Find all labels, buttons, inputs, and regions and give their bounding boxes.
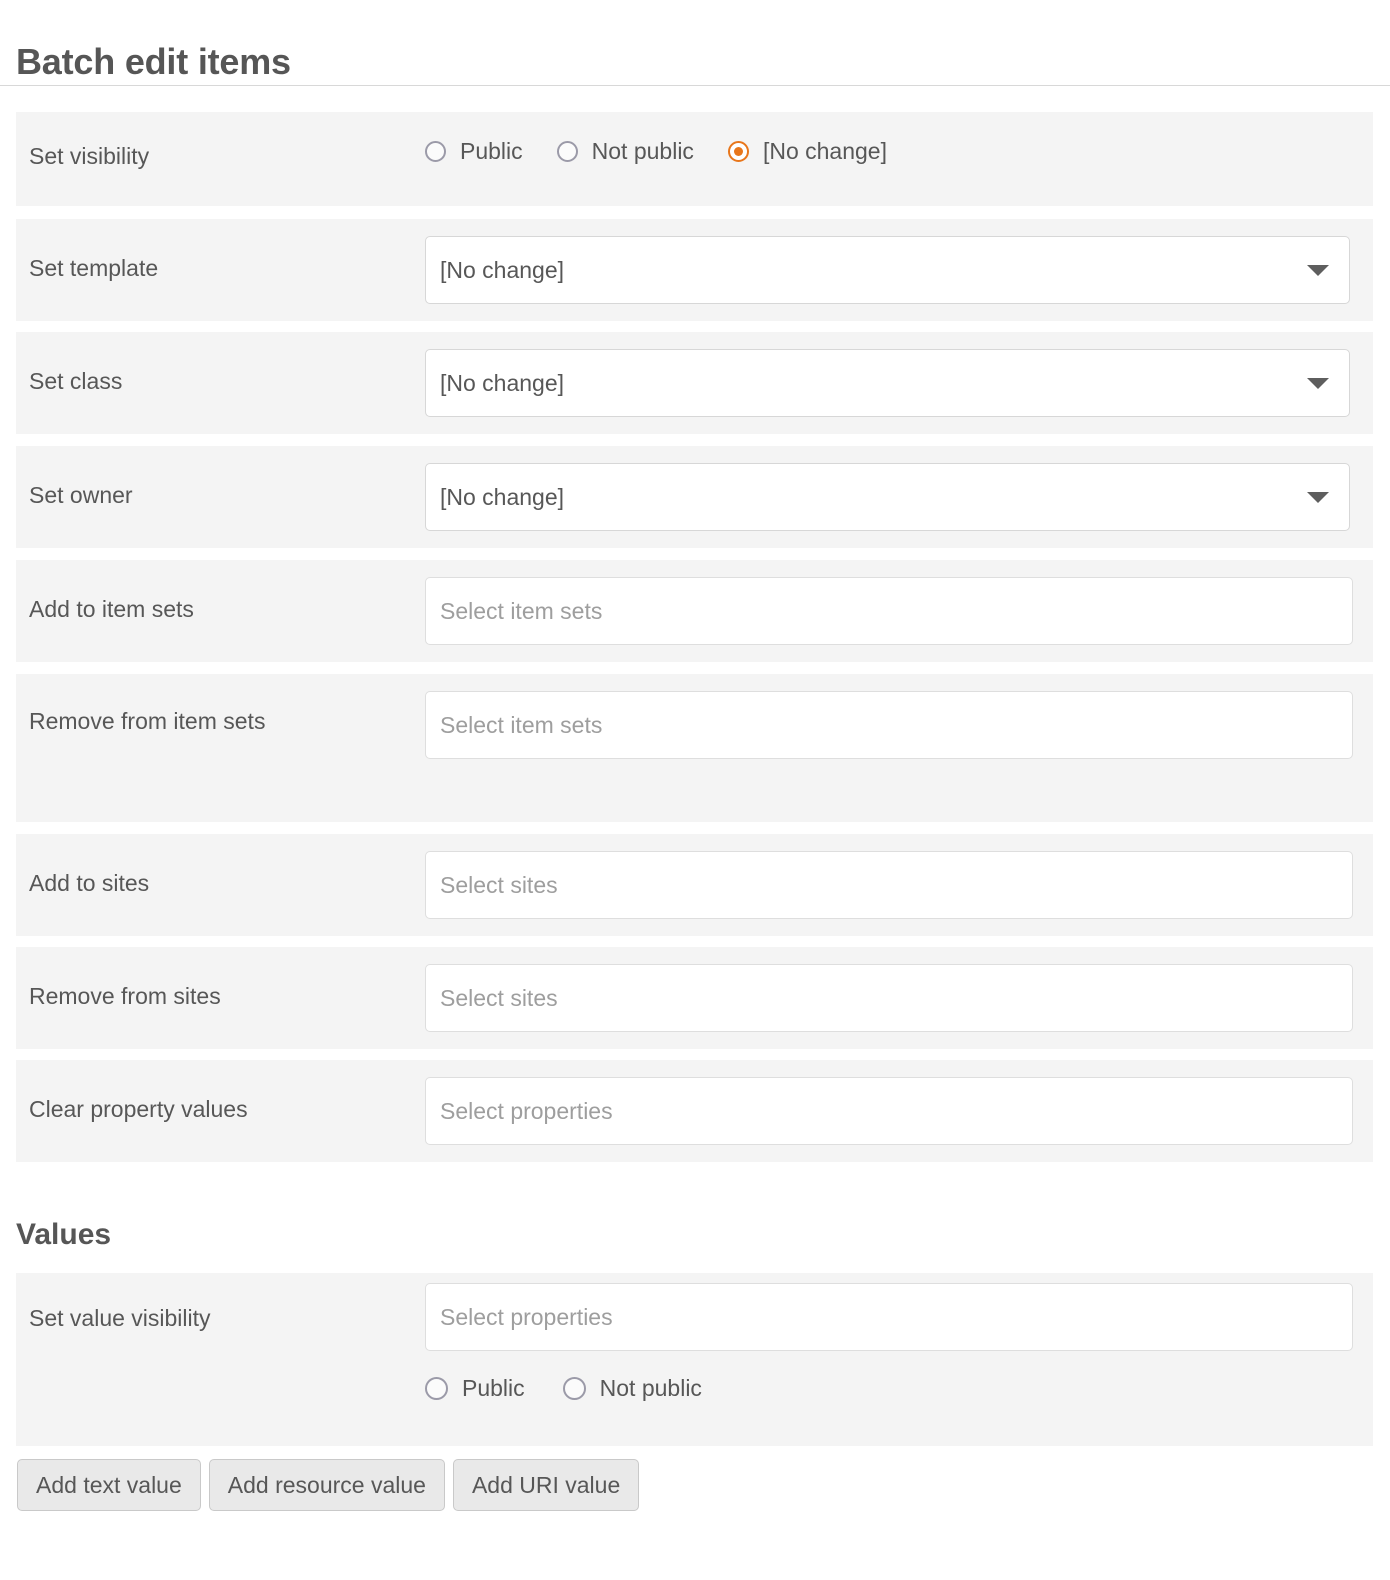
- input-add-to-item-sets[interactable]: [425, 577, 1353, 645]
- radio-label-not-public: Not public: [591, 138, 694, 164]
- control-set-owner: [No change]: [425, 463, 1350, 531]
- radio-label-value-public: Public: [462, 1375, 525, 1401]
- control-remove-from-sites: [425, 964, 1353, 1032]
- field-row-set-visibility: Set visibility Public Not public [No cha…: [16, 112, 1373, 206]
- field-row-set-value-visibility: Set value visibility Public Not public: [16, 1273, 1373, 1446]
- control-set-template: [No change]: [425, 236, 1350, 304]
- label-add-to-sites: Add to sites: [29, 870, 150, 896]
- control-add-to-sites: [425, 851, 1353, 919]
- label-remove-from-item-sets: Remove from item sets: [29, 708, 266, 734]
- radio-icon-no-change[interactable]: [727, 140, 749, 162]
- label-set-value-visibility: Set value visibility: [29, 1305, 211, 1331]
- add-uri-value-button[interactable]: Add URI value: [452, 1459, 640, 1511]
- field-row-remove-from-item-sets: Remove from item sets: [16, 674, 1373, 822]
- field-row-remove-from-sites: Remove from sites: [16, 947, 1373, 1049]
- select-value-set-template: [No change]: [440, 257, 565, 283]
- control-set-value-visibility: [425, 1283, 1353, 1351]
- section-heading-values: Values: [16, 1217, 112, 1251]
- radio-icon-not-public[interactable]: [556, 140, 578, 162]
- select-set-template[interactable]: [No change]: [425, 236, 1350, 304]
- input-clear-property-values[interactable]: [425, 1077, 1353, 1145]
- radio-icon-public[interactable]: [425, 140, 446, 162]
- label-set-visibility: Set visibility: [29, 143, 150, 169]
- radio-label-no-change: [No change]: [762, 138, 887, 164]
- radio-label-public: Public: [460, 138, 523, 164]
- control-set-class: [No change]: [425, 349, 1350, 417]
- select-value-set-owner: [No change]: [440, 484, 565, 510]
- header-divider: [0, 85, 1390, 86]
- input-remove-from-item-sets[interactable]: [425, 691, 1353, 759]
- control-add-to-item-sets: [425, 577, 1353, 645]
- chevron-down-icon: [1307, 492, 1329, 503]
- select-value-set-class: [No change]: [440, 370, 565, 396]
- label-add-to-item-sets: Add to item sets: [29, 596, 194, 622]
- chevron-down-icon: [1307, 265, 1329, 276]
- radio-option-value-visibility-public[interactable]: Public: [425, 1374, 525, 1402]
- page-title: Batch edit items: [16, 41, 291, 83]
- label-clear-property-values: Clear property values: [29, 1096, 248, 1122]
- input-set-value-visibility[interactable]: [425, 1283, 1353, 1351]
- value-action-buttons: Add text value Add resource value Add UR…: [17, 1459, 640, 1511]
- label-set-template: Set template: [29, 255, 159, 281]
- input-remove-from-sites[interactable]: [425, 964, 1353, 1032]
- radio-option-visibility-not-public[interactable]: Not public: [556, 137, 694, 165]
- control-remove-from-item-sets: [425, 691, 1353, 759]
- chevron-down-icon: [1307, 378, 1329, 389]
- radio-group-set-visibility: Public Not public [No change]: [425, 137, 887, 165]
- field-row-set-class: Set class [No change]: [16, 332, 1373, 434]
- control-clear-property-values: [425, 1077, 1353, 1145]
- field-row-add-to-sites: Add to sites: [16, 834, 1373, 936]
- add-text-value-button[interactable]: Add text value: [17, 1459, 201, 1511]
- field-row-clear-property-values: Clear property values: [16, 1060, 1373, 1162]
- radio-option-visibility-public[interactable]: Public: [425, 137, 523, 165]
- field-row-set-template: Set template [No change]: [16, 219, 1373, 321]
- label-remove-from-sites: Remove from sites: [29, 983, 221, 1009]
- radio-icon-value-not-public[interactable]: [562, 1376, 586, 1400]
- input-add-to-sites[interactable]: [425, 851, 1353, 919]
- add-resource-value-button[interactable]: Add resource value: [208, 1459, 445, 1511]
- field-row-set-owner: Set owner [No change]: [16, 446, 1373, 548]
- field-row-add-to-item-sets: Add to item sets: [16, 560, 1373, 662]
- radio-option-value-visibility-not-public[interactable]: Not public: [562, 1374, 702, 1402]
- batch-edit-page: Batch edit items Set visibility Public N…: [0, 0, 1390, 1580]
- select-set-owner[interactable]: [No change]: [425, 463, 1350, 531]
- radio-group-set-value-visibility: Public Not public: [425, 1374, 740, 1402]
- radio-icon-value-public[interactable]: [425, 1376, 448, 1400]
- select-set-class[interactable]: [No change]: [425, 349, 1350, 417]
- label-set-class: Set class: [29, 368, 123, 394]
- label-set-owner: Set owner: [29, 482, 133, 508]
- radio-label-value-not-public: Not public: [599, 1375, 702, 1401]
- radio-option-visibility-no-change[interactable]: [No change]: [727, 137, 887, 165]
